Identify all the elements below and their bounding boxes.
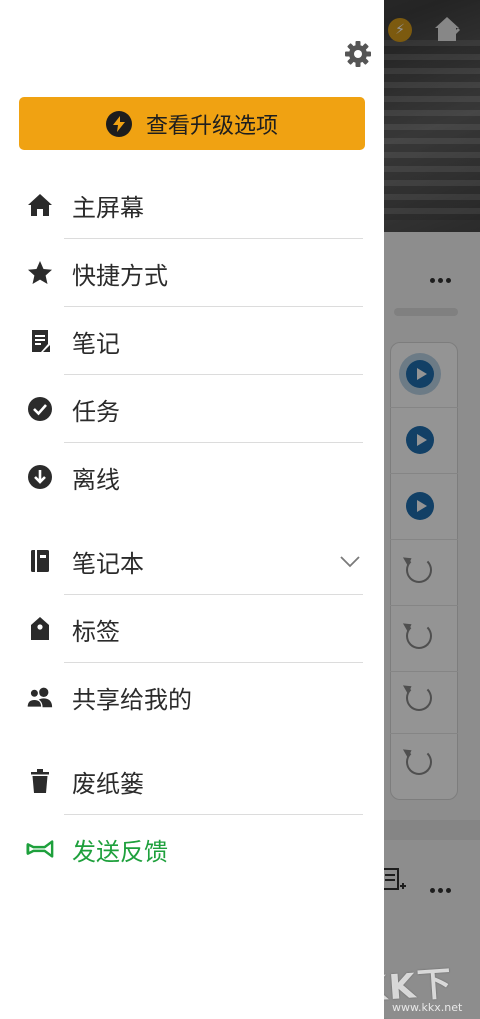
notebook-icon	[26, 547, 54, 575]
task-check-icon	[26, 395, 54, 423]
menu-item-send-feedback[interactable]: 发送反馈	[0, 815, 384, 883]
menu-item-shortcuts[interactable]: 快捷方式	[0, 239, 384, 307]
shared-people-icon	[26, 683, 54, 711]
home-icon	[26, 191, 54, 219]
note-icon	[26, 327, 54, 355]
trash-icon	[26, 767, 54, 795]
menu-item-label: 离线	[72, 465, 120, 494]
menu-item-label: 主屏幕	[72, 193, 144, 222]
menu-item-home[interactable]: 主屏幕	[0, 171, 384, 239]
menu-item-label: 笔记	[72, 329, 120, 358]
menu-item-label: 任务	[72, 397, 120, 426]
menu-item-label: 废纸篓	[72, 769, 144, 798]
menu-item-shared-with-me[interactable]: 共享给我的	[0, 663, 384, 731]
menu-item-label: 标签	[72, 617, 120, 646]
star-icon	[26, 259, 54, 287]
menu-item-tags[interactable]: 标签	[0, 595, 384, 663]
offline-download-icon	[26, 463, 54, 491]
settings-gear-icon[interactable]	[344, 40, 372, 68]
menu-item-label: 共享给我的	[72, 685, 192, 714]
chevron-down-icon[interactable]	[338, 549, 362, 573]
navigation-drawer: 查看升级选项 主屏幕 快捷方式 笔记 任务 离线 笔记本 标签 共享给我的 废纸…	[0, 0, 384, 1019]
menu-item-label: 发送反馈	[72, 837, 168, 866]
menu-item-offline[interactable]: 离线	[0, 443, 384, 511]
bolt-icon	[105, 110, 132, 137]
menu-item-notebooks[interactable]: 笔记本	[0, 527, 384, 595]
upgrade-label: 查看升级选项	[145, 113, 278, 139]
menu-item-tasks[interactable]: 任务	[0, 375, 384, 443]
menu-item-label: 笔记本	[72, 549, 144, 578]
menu-item-notes[interactable]: 笔记	[0, 307, 384, 375]
upgrade-button[interactable]: 查看升级选项	[19, 97, 365, 150]
menu-item-trash[interactable]: 废纸篓	[0, 747, 384, 815]
menu-item-label: 快捷方式	[72, 261, 168, 290]
watermark-url: www.kkx.net	[392, 1001, 463, 1014]
tag-icon	[26, 615, 54, 643]
megaphone-icon	[26, 835, 54, 863]
